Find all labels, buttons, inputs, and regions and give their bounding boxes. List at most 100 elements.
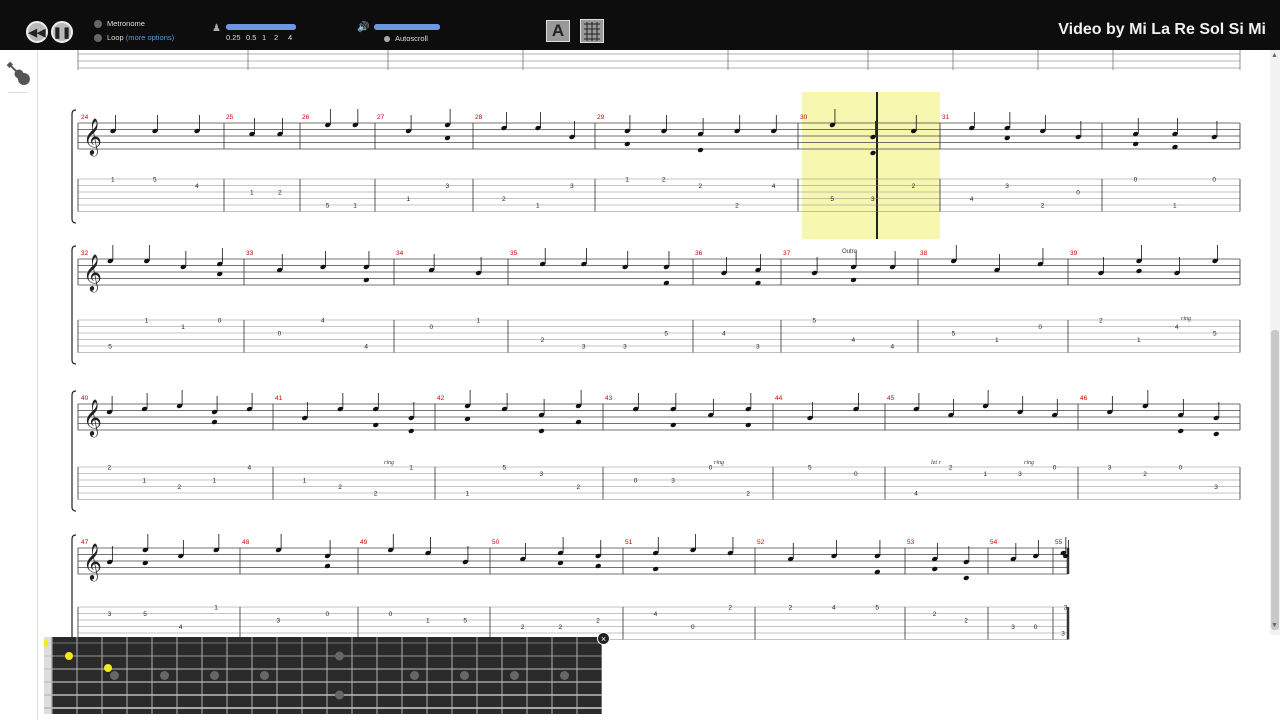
tab-number: 2 bbox=[662, 177, 666, 184]
tab-number: 1 bbox=[250, 190, 254, 197]
speed-slider[interactable] bbox=[226, 24, 296, 30]
tab-number: 1 bbox=[111, 177, 115, 184]
fret-marker bbox=[210, 671, 219, 680]
measure-number: 34 bbox=[396, 250, 404, 257]
score-system: 𝄞24 25 26 27 28 29 30 311 541 25 1132131 22245 32432… bbox=[71, 109, 1241, 224]
tab-number: 5 bbox=[153, 177, 157, 184]
metronome-toggle[interactable]: Metronome bbox=[94, 19, 145, 29]
autoscroll-toggle-icon bbox=[384, 36, 390, 43]
system-bracket bbox=[71, 245, 77, 365]
letter-a-icon: A bbox=[551, 21, 565, 40]
measure-number: 52 bbox=[757, 539, 765, 546]
tab-number: 4 bbox=[248, 465, 252, 472]
measure-number: 24 bbox=[81, 114, 89, 121]
close-fretboard-button[interactable]: × bbox=[597, 632, 610, 645]
tab-number: 3 bbox=[570, 183, 574, 190]
measure-number: 31 bbox=[942, 114, 950, 121]
tab-number: 3 bbox=[446, 183, 450, 190]
tab-number: 3 bbox=[671, 478, 675, 485]
tab-number: 1 bbox=[477, 318, 481, 325]
tab-number: 3 bbox=[871, 196, 875, 203]
scroll-down-icon[interactable]: ▼ bbox=[1271, 622, 1278, 629]
tab-number: 1 bbox=[181, 324, 185, 331]
pause-button[interactable]: ❚❚ bbox=[51, 21, 73, 43]
note-head bbox=[1132, 141, 1139, 147]
tab-number: 0 bbox=[691, 624, 695, 631]
partial-tab-row bbox=[77, 50, 1241, 70]
tab-number: 5 bbox=[1213, 331, 1217, 338]
tab-number: 4 bbox=[722, 331, 726, 338]
tab-number: 2 bbox=[1099, 318, 1103, 325]
score-scrollbar[interactable]: ▲ bbox=[1270, 50, 1280, 635]
speed-ticks: 0.25 0.5 1 2 4 bbox=[226, 33, 293, 42]
tab-number: 2 bbox=[541, 337, 545, 344]
tab-number: 0 bbox=[430, 324, 434, 331]
rewind-icon: ◀◀ bbox=[28, 26, 46, 39]
tab-number: 4 bbox=[179, 624, 183, 631]
tab-number: 3 bbox=[1061, 631, 1065, 638]
tab-number: 4 bbox=[891, 344, 895, 351]
measure-number: 42 bbox=[437, 395, 445, 402]
note-head bbox=[670, 422, 676, 428]
tab-number: 3 bbox=[1214, 484, 1218, 491]
scrollbar-thumb[interactable] bbox=[1271, 330, 1279, 630]
tab-number: 0 bbox=[1076, 190, 1080, 197]
left-sidebar bbox=[0, 50, 38, 720]
scroll-up-icon: ▲ bbox=[1271, 52, 1278, 59]
measure-number: 38 bbox=[920, 250, 928, 257]
rewind-button[interactable]: ◀◀ bbox=[26, 21, 48, 43]
measure-number: 28 bbox=[475, 114, 483, 121]
measure-number: 35 bbox=[510, 250, 518, 257]
tab-number: 5 bbox=[875, 605, 879, 612]
tab-number: 0 bbox=[218, 318, 222, 325]
tab-number: 0 bbox=[1212, 177, 1216, 184]
fret-marker bbox=[460, 671, 469, 680]
instrument-button[interactable] bbox=[4, 59, 34, 89]
tab-number: 2 bbox=[912, 183, 916, 190]
tab-number: 1 bbox=[145, 318, 149, 325]
ring-label: ring bbox=[384, 460, 394, 466]
volume-slider[interactable] bbox=[374, 24, 440, 30]
tab-number: 3 bbox=[1011, 624, 1015, 631]
tab-number: 2 bbox=[278, 190, 282, 197]
fret-marker bbox=[110, 671, 119, 680]
tab-view-button[interactable] bbox=[580, 19, 604, 43]
ring-label: ring bbox=[714, 460, 724, 466]
volume-icon: 🔊 bbox=[357, 22, 370, 33]
tab-number: 4 bbox=[772, 183, 776, 190]
tab-number: 1 bbox=[466, 491, 470, 498]
pause-icon: ❚❚ bbox=[52, 26, 72, 39]
fretboard-nut bbox=[44, 637, 52, 714]
loop-toggle[interactable]: Loop (more options) bbox=[94, 33, 174, 43]
notation-font-button[interactable]: A bbox=[546, 20, 570, 42]
tab-number: 0 bbox=[1034, 624, 1038, 631]
metronome-toggle-icon bbox=[94, 20, 102, 29]
fret-marker bbox=[335, 690, 344, 700]
tab-number: 1 bbox=[1137, 337, 1141, 344]
loop-toggle-icon bbox=[94, 34, 102, 43]
system-bracket bbox=[71, 534, 77, 652]
autoscroll-toggle[interactable]: Autoscroll bbox=[384, 34, 428, 43]
tab-number: 0 bbox=[326, 611, 330, 618]
fret-marker bbox=[410, 671, 419, 680]
measure-number: 53 bbox=[907, 539, 915, 546]
tab-number: 2 bbox=[108, 465, 112, 472]
tab-number: 3 bbox=[1018, 471, 1022, 478]
ring-label: ring bbox=[1181, 316, 1191, 322]
measure-number: 29 bbox=[597, 114, 605, 121]
note-head bbox=[932, 566, 938, 572]
measure-number: 25 bbox=[226, 114, 234, 121]
measure-number: 36 bbox=[695, 250, 703, 257]
tab-grid-icon bbox=[584, 22, 600, 41]
fretboard-panel bbox=[40, 637, 603, 714]
measure-number: 32 bbox=[81, 250, 89, 257]
tab-number: 1 bbox=[303, 478, 307, 485]
tablature-score[interactable]: 𝄞 24 25 26 27 28 29 30 31 1 5 4 1 2 5 1 1 3 2 1 3 1 2 2 2 4 5 3 2 4 3 2… bbox=[38, 50, 1270, 720]
tab-number: 4 bbox=[914, 491, 918, 498]
tab-number: 2 bbox=[735, 203, 739, 210]
tab-number: 2 bbox=[596, 618, 600, 625]
tab-number: 2 bbox=[559, 624, 563, 631]
tab-number: 2 bbox=[728, 605, 732, 612]
note-head bbox=[363, 277, 370, 283]
loop-more-options-link[interactable]: (more options) bbox=[126, 33, 174, 42]
